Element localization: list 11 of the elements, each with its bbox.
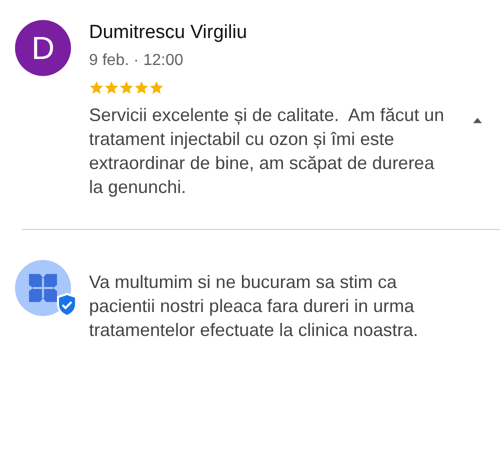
reply-text: Va multumim si ne bucuram sa stim ca pacientii nostri pleaca fara dureri in urma tratamentelor efectuate la clinica noastra. bbox=[89, 271, 420, 342]
review-date: 9 feb. · 12:00 bbox=[89, 52, 184, 70]
star-icon bbox=[119, 80, 134, 95]
author-name: Dumitrescu Virgiliu bbox=[89, 22, 248, 44]
caret-icon[interactable] bbox=[472, 117, 483, 124]
star-icon bbox=[89, 80, 104, 95]
avatar: D bbox=[15, 20, 71, 76]
star-icon bbox=[149, 80, 164, 95]
star-icon bbox=[134, 80, 149, 95]
review-text: Servicii excelente și de calitate. Am făcut un tratament injectabil cu ozon și îmi este extraordinar de bine, am scăpat de durerea la genunchi. bbox=[89, 104, 446, 199]
star-icon bbox=[104, 80, 119, 95]
